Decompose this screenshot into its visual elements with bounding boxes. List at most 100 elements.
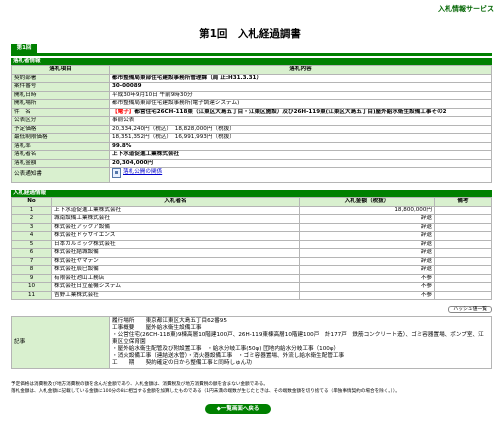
table-row: 4 株式会社ドゥサイエンス 辞退 (11, 231, 492, 241)
bid-remarks (434, 222, 492, 232)
bid-remarks (434, 265, 492, 275)
bid-no: 6 (11, 248, 52, 258)
bid-no: 10 (11, 282, 52, 292)
table-row: 8 株式会社辰巳設備 辞退 (11, 265, 492, 275)
value-notice: 落札公開の関係 (109, 167, 492, 183)
label-disclosure: 公表区分 (11, 116, 110, 126)
bidder-name: 城南設備工業株式会社 (51, 214, 300, 224)
label-winner-name: 落札者名 (11, 150, 110, 160)
table-row: 10 株式会社日立産機システム 不参 (11, 282, 492, 292)
bid-remarks (434, 205, 492, 215)
bid-remarks (434, 282, 492, 292)
notice-document-link[interactable]: 落札公開の関係 (112, 168, 162, 178)
table-row: 11 吉野工業株式会社 不参 (11, 290, 492, 300)
bidder-name: 上下水道促進工業株式会社 (51, 205, 300, 215)
remarks-line: 工 期 契約確定の日から整備工事と同時しゅん功 (112, 360, 252, 366)
label-award-amount: 落札金額 (11, 158, 110, 168)
winner-section-title: 落札者情報 (11, 58, 492, 65)
bid-no: 5 (11, 239, 52, 249)
value-case-number: 30-00089 (109, 82, 492, 92)
bid-no: 1 (11, 205, 52, 215)
bid-col-name: 入札者名 (51, 197, 300, 207)
winner-info-table: 落札項目 落札内容 契約部署 都市整備局東部住宅建設事務所管理課（局 止:H31.… (11, 65, 492, 183)
bids-table: No 入札者名 入札金額（税抜） 備考 1 上下水道促進工業株式会社 18,800,… (11, 197, 492, 300)
page-title: 第1回 入札経過調書 (199, 28, 301, 40)
back-to-list-button[interactable]: ◆一覧画面へ戻る (205, 404, 271, 414)
bid-remarks (434, 214, 492, 224)
value-disclosure: 事前公表 (109, 116, 492, 126)
bidder-name: 株式会社アックア設備 (51, 222, 300, 232)
table-row: 9 有限会社池山工務店 不参 (11, 273, 492, 283)
table-row: 6 株式会社結城設備 辞退 (11, 248, 492, 258)
value-winner-name: 上下水道促進工業株式会社 (109, 150, 492, 160)
remarks-line: ・屋外給水衛生配管及び附設置工事 ・給水分岐工事(50φ) 団地内給水分岐工事（… (112, 346, 340, 352)
remarks-label: 記事 (11, 316, 110, 369)
label-award-rate: 落札率 (11, 141, 110, 151)
bidder-name: 株式会社結城設備 (51, 248, 300, 258)
label-opening-date: 開札日時 (11, 90, 110, 100)
table-row: 7 株式会社ヤマデン 辞退 (11, 256, 492, 266)
bid-remarks (434, 231, 492, 241)
value-award-rate: 99.8% (109, 141, 492, 151)
bid-no: 2 (11, 214, 52, 224)
label-opening-place: 開札場所 (11, 99, 110, 109)
bid-amount: 辞退 (299, 214, 435, 224)
bid-no: 9 (11, 273, 52, 283)
bid-amount: 18,800,000円 (299, 205, 435, 215)
bid-no: 3 (11, 222, 52, 232)
table-row: 1 上下水道促進工業株式会社 18,800,000円 (11, 205, 492, 215)
bid-amount: 不参 (299, 273, 435, 283)
footnote-award-amount: 落札金額は、入札金額に記載している金額に100分の8に相当する金額を加算したもの… (11, 389, 400, 394)
bid-no: 7 (11, 256, 52, 266)
round-divider (11, 53, 492, 56)
bid-amount: 不参 (299, 290, 435, 300)
bid-amount: 辞退 (299, 239, 435, 249)
label-subject: 件 名 (11, 107, 110, 117)
bid-amount: 辞退 (299, 248, 435, 258)
remarks-line: 工事概要 屋外給水衛生設備工事 (112, 325, 202, 331)
remarks-body: 履行場所 東京都江東区大島五丁目62番95 工事概要 屋外給水衛生設備工事 ・公… (109, 316, 492, 369)
value-planned-price: 20,334,240円（税込） 18,828,000円（税抜） (109, 124, 492, 134)
bid-amount: 辞退 (299, 231, 435, 241)
service-name: 入札情報サービス (438, 5, 494, 13)
label-department: 契約部署 (11, 73, 110, 83)
remarks-line: 履行場所 東京都江東区大島五丁目62番95 (112, 318, 227, 324)
value-minimum-price: 18,351,352円（税込） 16,991,993円（税抜） (109, 133, 492, 143)
bid-no: 11 (11, 290, 52, 300)
bid-no: 8 (11, 265, 52, 275)
bidder-name: 有限会社池山工務店 (51, 273, 300, 283)
bid-amount: 辞退 (299, 265, 435, 275)
value-opening-place: 都市整備局東部住宅建設事務所(電子調達システム) (109, 99, 492, 109)
bid-amount: 辞退 (299, 256, 435, 266)
bid-remarks (434, 256, 492, 266)
label-notice: 公表通知書 (11, 167, 110, 183)
table-row: 2 城南設備工業株式会社 辞退 (11, 214, 492, 224)
bidder-name: 吉野工業株式会社 (51, 290, 300, 300)
bid-amount: 不参 (299, 282, 435, 292)
bid-no: 4 (11, 231, 52, 241)
notice-link-text: 落札公開の関係 (123, 169, 163, 176)
col-header-item: 落札項目 (11, 65, 110, 75)
remarks-table: 記事 履行場所 東京都江東区大島五丁目62番95 工事概要 屋外給水衛生設備工事… (11, 316, 492, 369)
label-planned-price: 予定価格 (11, 124, 110, 134)
label-case-number: 案件番号 (11, 82, 110, 92)
bid-amount: 辞退 (299, 222, 435, 232)
subject-text: 都営住宅26CH-118東（江東区大島五丁目・江東区施設）及び26H-119東(… (134, 108, 447, 115)
subject-electronic-tag: 【電子】 (112, 108, 135, 115)
round-tab[interactable]: 第1回 (11, 44, 37, 53)
bidder-name: 株式会社辰巳設備 (51, 265, 300, 275)
value-subject: 【電子】都営住宅26CH-118東（江東区大島五丁目・江東区施設）及び26H-1… (109, 107, 492, 117)
hash-list-button[interactable]: ハッシュ値一覧 (448, 306, 492, 313)
bid-col-amount: 入札金額（税抜） (299, 197, 435, 207)
bids-section-title: 入札経過情報 (11, 190, 492, 197)
label-minimum-price: 最低制限価格 (11, 133, 110, 143)
value-award-amount: 20,304,000円 (109, 158, 492, 168)
bid-remarks (434, 248, 492, 258)
value-department: 都市整備局東部住宅建設事務所管理課（局 止:H31.3.31） (109, 73, 492, 83)
footnote-tax: 予定価格は消費税及び地方消費税の額を含んだ金額であり、入札金額は、消費税及び地方… (11, 382, 268, 387)
remarks-line: ・公営住宅(26CH-118東)9棟高層10階建100戸、26H-119東棟高層… (112, 332, 484, 345)
bidder-name: 株式会社日立産機システム (51, 282, 300, 292)
document-icon (112, 168, 121, 178)
bid-col-remarks: 備考 (434, 197, 492, 207)
bid-col-no: No (11, 197, 52, 207)
